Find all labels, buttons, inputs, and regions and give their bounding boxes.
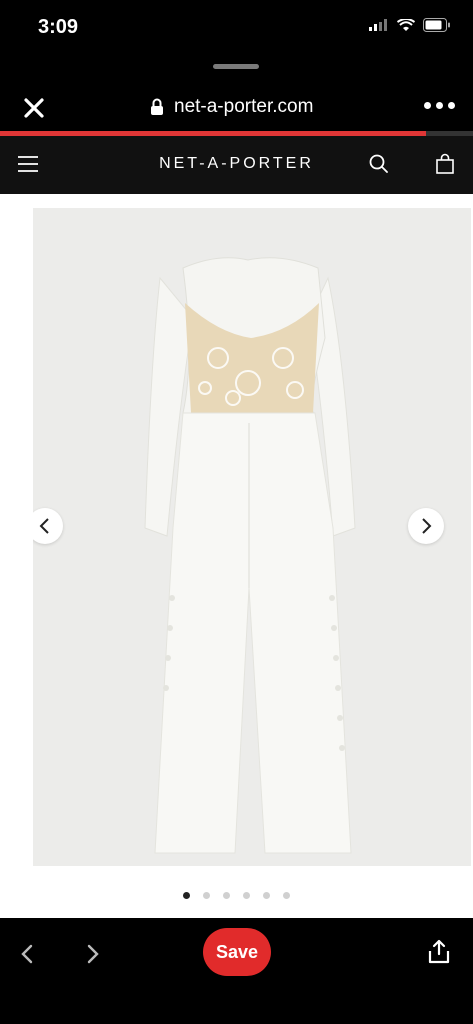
url-text: net-a-porter.com — [174, 96, 314, 117]
lock-icon — [151, 98, 163, 115]
back-arrow-icon[interactable] — [16, 942, 40, 966]
forward-arrow-icon[interactable] — [80, 942, 104, 966]
gallery-dot[interactable] — [263, 892, 270, 899]
sheet-grabber[interactable] — [213, 64, 259, 69]
url-display[interactable]: net-a-porter.com — [150, 96, 313, 118]
gallery-dot[interactable] — [183, 892, 190, 899]
next-image-button[interactable] — [408, 508, 444, 544]
shopping-bag-icon[interactable] — [434, 153, 456, 175]
product-image[interactable] — [33, 208, 471, 866]
more-options-icon[interactable] — [424, 102, 455, 109]
product-page — [0, 194, 473, 918]
save-button[interactable]: Save — [203, 928, 271, 976]
browser-url-bar: net-a-porter.com — [0, 84, 473, 130]
chevron-left-icon — [39, 518, 49, 534]
status-time: 3:09 — [38, 16, 79, 38]
cellular-signal-icon — [369, 19, 387, 31]
chevron-right-icon — [422, 518, 432, 534]
gallery-dot[interactable] — [223, 892, 230, 899]
search-icon[interactable] — [368, 153, 390, 175]
close-icon[interactable] — [20, 94, 48, 122]
gallery-dot[interactable] — [203, 892, 210, 899]
gallery-dot[interactable] — [243, 892, 250, 899]
share-icon[interactable] — [426, 938, 452, 966]
wifi-icon — [397, 18, 415, 31]
battery-icon — [423, 18, 450, 32]
brand-logo[interactable]: NET-A-PORTER — [0, 155, 473, 173]
status-bar: 3:09 — [0, 0, 473, 56]
status-icons — [369, 18, 451, 32]
browser-toolbar: Save — [0, 918, 473, 1024]
product-photo-jumpsuit — [144, 257, 356, 854]
gallery-dot[interactable] — [283, 892, 290, 899]
site-header: NET-A-PORTER — [0, 136, 473, 194]
gallery-pagination — [0, 892, 473, 899]
